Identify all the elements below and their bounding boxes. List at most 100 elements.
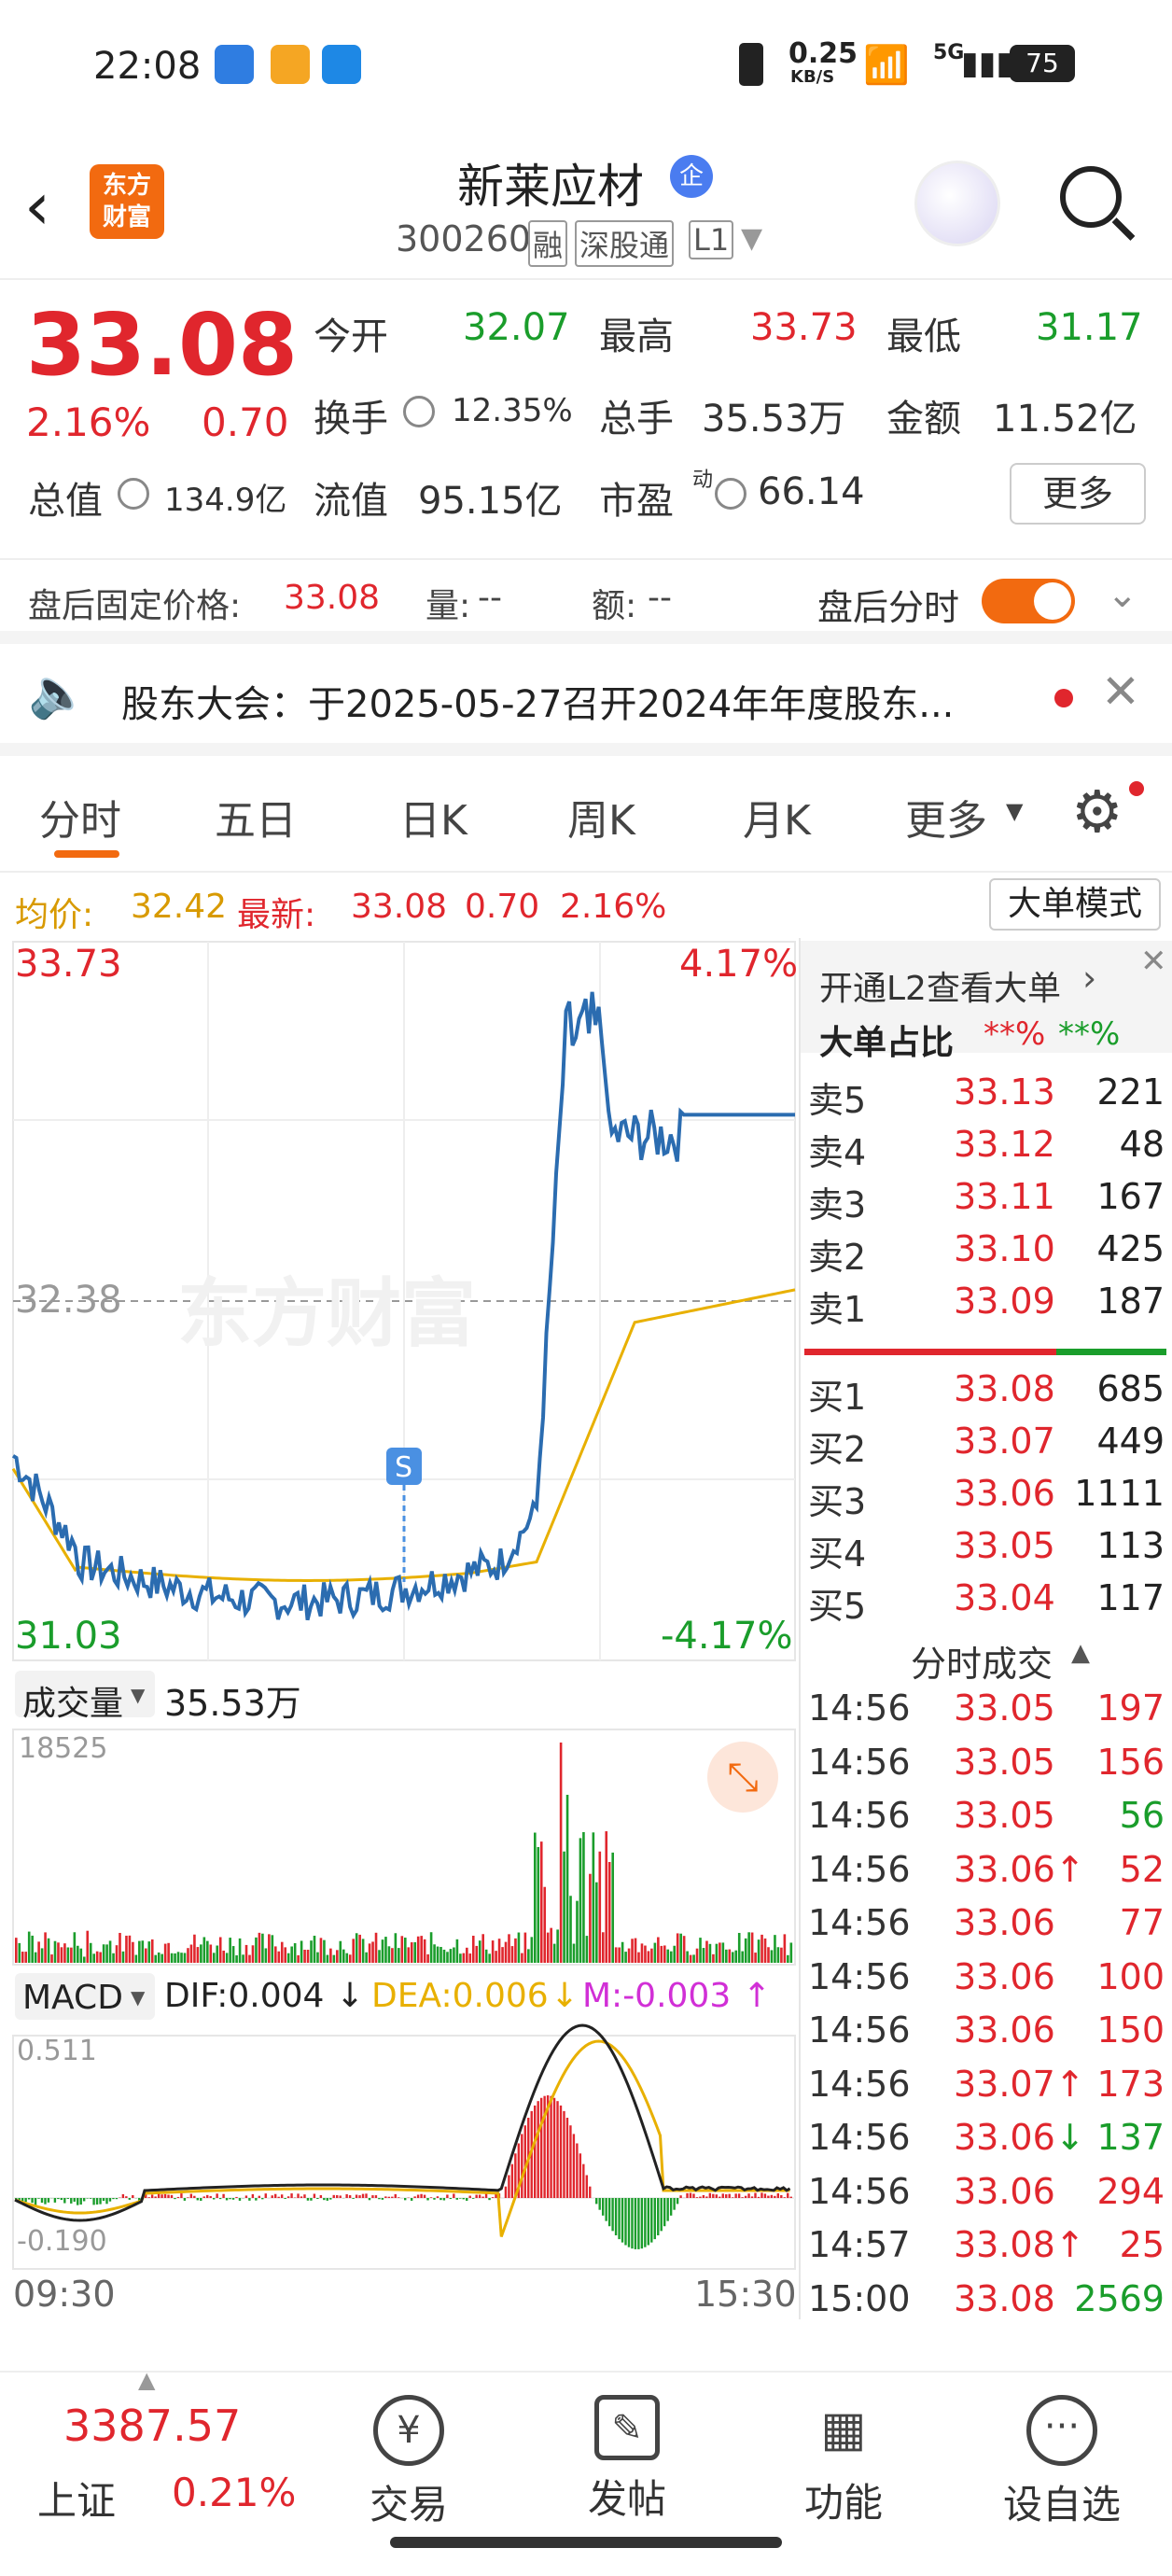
ratio-red: **% [984, 1015, 1046, 1053]
bid-row[interactable]: 买4 33.05 113 [804, 1525, 1168, 1577]
macd-bar [303, 2194, 306, 2198]
net-speed: 0.25 [788, 37, 858, 70]
volume-total: 35.53万 [164, 1683, 301, 1724]
volume-bar [141, 1940, 145, 1963]
ask-row[interactable]: 卖2 33.10 425 [804, 1228, 1168, 1281]
volume-bar [433, 1944, 436, 1963]
ask-row[interactable]: 卖3 33.11 167 [804, 1176, 1168, 1228]
nav-trade[interactable]: ¥ 交易 [334, 2395, 483, 2530]
tab-five-day[interactable]: 五日 [215, 787, 297, 847]
nav-post[interactable]: ✎ 发帖 [552, 2395, 702, 2525]
wifi-icon: 📶 [863, 44, 910, 87]
macd-bar [787, 2192, 789, 2198]
macd-bar [563, 2110, 565, 2198]
tab-more[interactable]: 更多 [905, 787, 987, 847]
macd-bar [475, 2194, 478, 2198]
search-icon[interactable] [1060, 166, 1122, 228]
index-value[interactable]: 3387.57 [63, 2401, 241, 2451]
volume-bar [112, 1953, 115, 1963]
notice-bar[interactable]: 🔈 股东大会：于2025-05-27召开2024年年度股东... ✕ [0, 644, 1172, 756]
ask-volume: 425 [1096, 1228, 1165, 1269]
chart-top-price: 33.73 [15, 943, 122, 986]
macd-selector[interactable]: MACD ▼ [15, 1973, 155, 2020]
macd-bar [157, 2193, 160, 2198]
macd-bar [763, 2193, 767, 2198]
macd-bar [336, 2194, 339, 2198]
bid-level: 买5 [808, 1586, 867, 1627]
tab-daily-k[interactable]: 日K [399, 787, 467, 847]
bid-row[interactable]: 买2 33.07 449 [804, 1421, 1168, 1473]
ask-row[interactable]: 卖1 33.09 187 [804, 1281, 1168, 1333]
index-name[interactable]: 上证 [37, 2470, 116, 2527]
trade-price: 33.06 [954, 2009, 1055, 2051]
macd-bar [618, 2198, 621, 2240]
gear-icon[interactable]: ⚙ [1071, 777, 1123, 846]
volume-bar [497, 1939, 501, 1963]
volume-bar [673, 1945, 677, 1963]
robot-assistant-icon[interactable] [914, 161, 1000, 246]
chart-bottom-price: 31.03 [15, 1615, 122, 1658]
macd-bar [277, 2196, 280, 2198]
bid-row[interactable]: 买5 33.04 117 [804, 1577, 1168, 1630]
nav-watchlist[interactable]: ··· 设自选 [987, 2395, 1137, 2530]
volume-bar [440, 1946, 442, 1963]
bid-row[interactable]: 买3 33.06 1111 [804, 1473, 1168, 1525]
unread-dot [1054, 689, 1073, 707]
more-button[interactable]: 更多 [1010, 463, 1146, 525]
macd-bar [196, 2198, 199, 2201]
macd-bar [89, 2198, 92, 2199]
macd-bar [391, 2196, 394, 2198]
app-logo[interactable]: 东方 财富 [90, 164, 164, 239]
expand-icon[interactable]: ⤡ [707, 1742, 778, 1813]
macd-bar [647, 2198, 650, 2246]
info-icon[interactable] [118, 478, 149, 510]
volume-bar [455, 1939, 459, 1963]
volume-bar [481, 1934, 484, 1963]
ask-row[interactable]: 卖4 33.12 48 [804, 1124, 1168, 1176]
l2-banner[interactable]: 开通L2查看大单 › ✕ 大单占比 **% **% [801, 941, 1172, 1062]
after-hours-toggle[interactable] [982, 579, 1075, 623]
big-order-mode-button[interactable]: 大单模式 [989, 878, 1161, 931]
macd-bar [229, 2198, 231, 2200]
info-icon[interactable] [715, 478, 746, 510]
ask-price: 33.12 [954, 1124, 1055, 1165]
index-pct[interactable]: 0.21% [172, 2470, 296, 2515]
chevron-down-icon: ▼ [1006, 798, 1024, 824]
chevron-down-icon[interactable]: ▼ [741, 222, 762, 255]
chart-tabs: 分时 五日 日K 周K 月K 更多 ▼ ⚙ [0, 761, 1172, 873]
bid-row[interactable]: 买1 33.08 685 [804, 1368, 1168, 1421]
ask-row[interactable]: 卖5 33.13 221 [804, 1071, 1168, 1124]
macd-bar [783, 2197, 786, 2198]
macd-bar [466, 2198, 468, 2201]
chevron-down-icon[interactable]: ⌄ [1107, 573, 1138, 616]
volume-label: 总手 [599, 398, 674, 441]
volume-bar [300, 1940, 303, 1963]
l2-link[interactable]: 开通L2查看大单 [819, 961, 1061, 1010]
tab-weekly-k[interactable]: 周K [567, 787, 635, 847]
close-icon[interactable]: ✕ [1101, 665, 1140, 719]
volume-bar [378, 1950, 381, 1963]
amount-label: 金额 [886, 398, 961, 441]
macd-bar [757, 2196, 760, 2198]
close-icon[interactable]: ✕ [1140, 943, 1167, 980]
info-icon[interactable] [403, 396, 435, 427]
tab-intraday[interactable]: 分时 [39, 787, 121, 847]
stock-name: 新莱应材 [457, 160, 644, 214]
volume-bar [650, 1948, 653, 1963]
tab-monthly-k[interactable]: 月K [743, 787, 811, 847]
after-amt-label: 额: [592, 587, 637, 625]
volume-bar [576, 1900, 579, 1963]
latest-label: 最新: [237, 896, 316, 934]
volume-bar [160, 1953, 163, 1963]
nav-functions[interactable]: ▦ 功能 [769, 2395, 918, 2528]
volume-bar [657, 1937, 660, 1963]
macd-bar [95, 2198, 99, 2205]
volume-bar [644, 1945, 647, 1963]
trades-title[interactable]: 分时成交 [911, 1635, 1053, 1687]
macd-bar [459, 2198, 462, 2199]
back-icon[interactable]: ‹ [24, 168, 50, 245]
yen-cycle-icon: ¥ [373, 2395, 444, 2466]
current-price: 33.08 [26, 295, 299, 395]
volume-bar [605, 1831, 608, 1963]
volume-selector[interactable]: 成交量 ▼ [15, 1671, 155, 1723]
